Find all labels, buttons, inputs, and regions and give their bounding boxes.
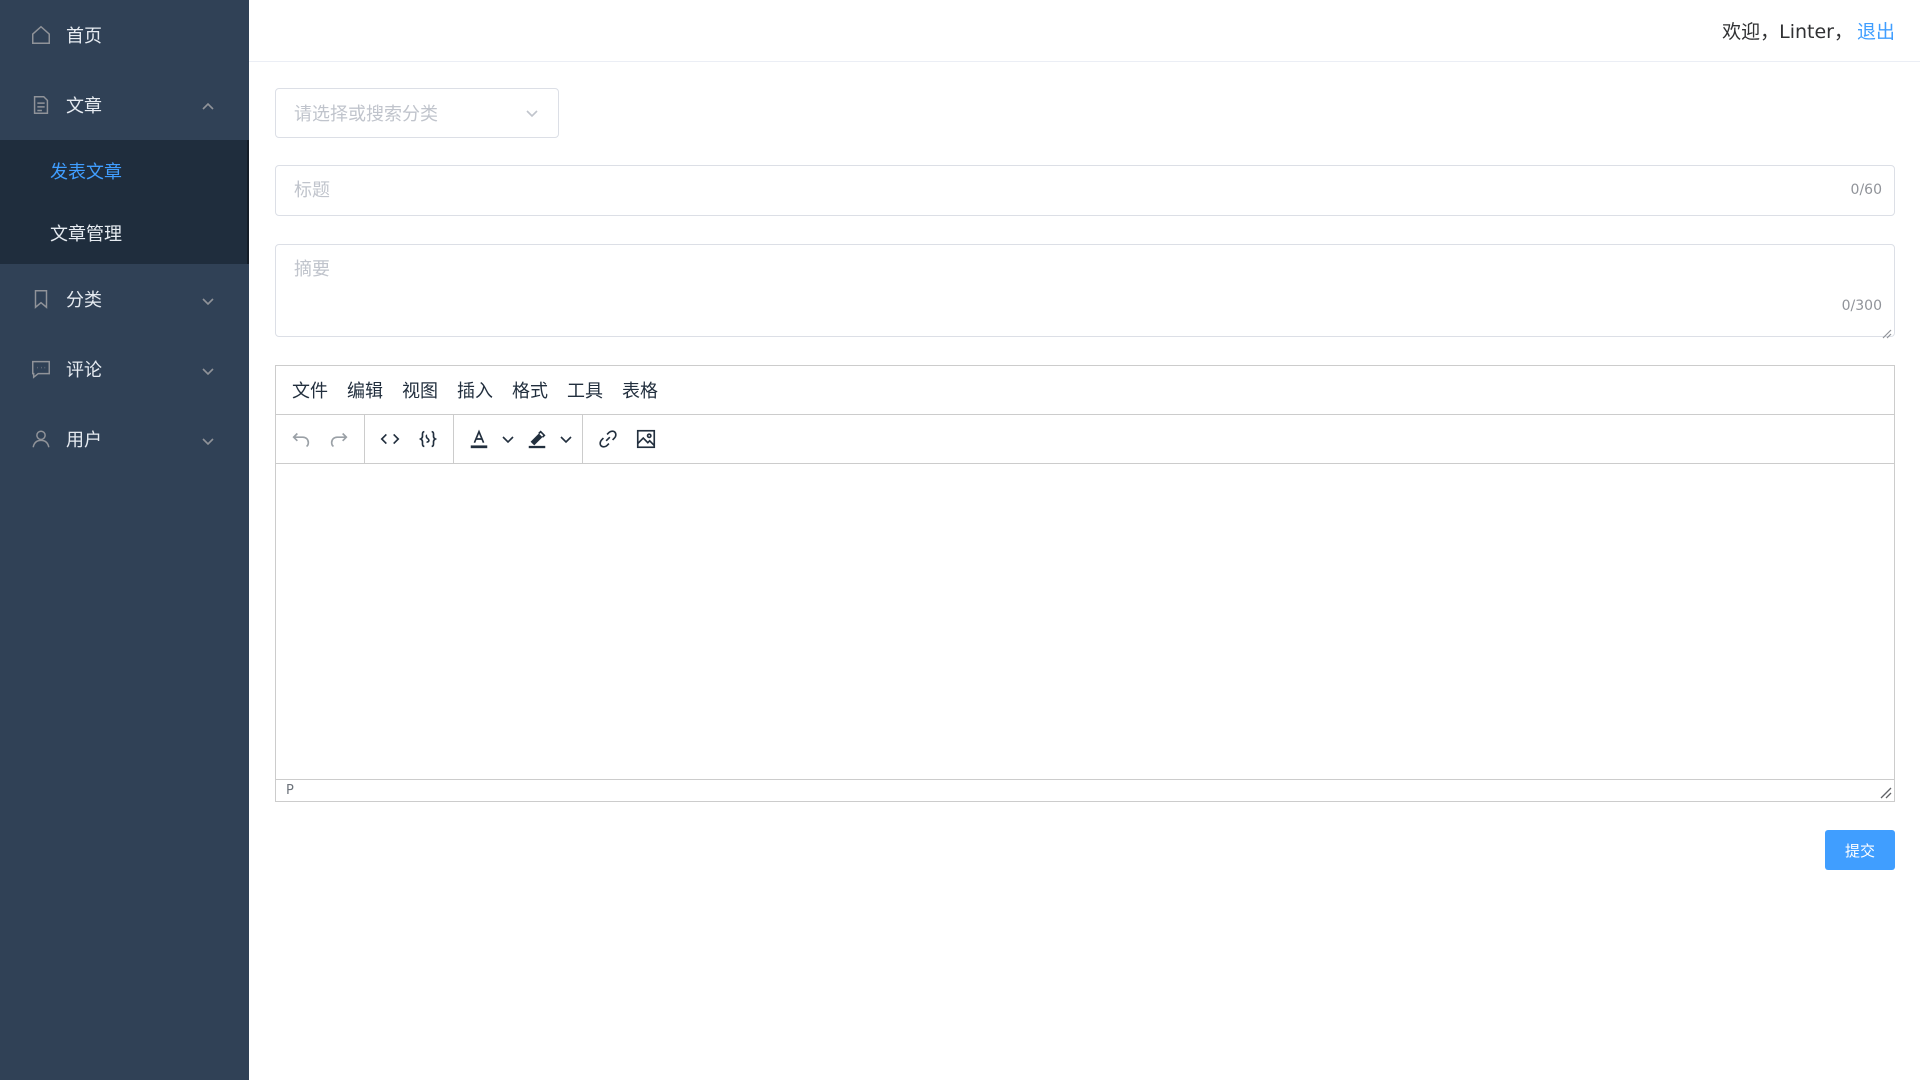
welcome-text: 欢迎，Linter，: [1722, 21, 1853, 43]
menu-edit[interactable]: 编辑: [339, 377, 391, 403]
code-sample-button[interactable]: [409, 421, 447, 457]
chevron-down-icon: [560, 436, 572, 444]
sidebar-item-label: 用户: [66, 430, 102, 451]
submit-button[interactable]: 提交: [1825, 830, 1895, 870]
resize-grip-icon[interactable]: [1882, 324, 1892, 339]
bookmark-icon: [30, 288, 52, 310]
title-field-wrapper: 0/60: [275, 165, 1895, 216]
category-select-placeholder: 请选择或搜索分类: [294, 104, 438, 125]
category-select[interactable]: 请选择或搜索分类: [275, 88, 559, 138]
menu-file[interactable]: 文件: [284, 377, 336, 403]
redo-icon: [330, 432, 348, 448]
rich-text-editor: 文件 编辑 视图 插入 格式 工具 表格 P: [275, 365, 1895, 802]
home-icon: [30, 24, 52, 46]
title-input[interactable]: [276, 166, 1894, 215]
code-sample-icon: [418, 430, 438, 448]
insert-group: [583, 415, 671, 463]
sidebar-item-categories[interactable]: 分类: [0, 264, 249, 334]
summary-textarea[interactable]: [276, 245, 1894, 336]
chevron-down-icon: [201, 432, 215, 446]
editor-content-area[interactable]: [276, 464, 1894, 780]
highlight-color-split: [518, 421, 576, 457]
sidebar-item-label: 文章: [66, 96, 102, 117]
top-header: 欢迎，Linter， 退出: [249, 0, 1920, 62]
source-code-button[interactable]: [371, 421, 409, 457]
text-color-split: [460, 421, 518, 457]
menu-tools[interactable]: 工具: [559, 377, 611, 403]
editor-menubar: 文件 编辑 视图 插入 格式 工具 表格: [276, 366, 1894, 415]
sidebar-item-label: 首页: [66, 26, 102, 47]
code-group: [365, 415, 454, 463]
element-path[interactable]: P: [286, 783, 294, 798]
chevron-up-icon: [201, 98, 215, 112]
submit-row: 提交: [275, 830, 1895, 870]
sidebar-item-home[interactable]: 首页: [0, 0, 249, 70]
articles-submenu: 发表文章 文章管理: [0, 140, 249, 264]
document-icon: [30, 94, 52, 116]
chevron-down-icon: [201, 292, 215, 306]
link-icon: [599, 430, 617, 448]
logout-link[interactable]: 退出: [1857, 17, 1895, 44]
redo-button[interactable]: [320, 421, 358, 457]
resize-grip-icon[interactable]: [1880, 787, 1892, 799]
menu-view[interactable]: 视图: [394, 377, 446, 403]
sidebar-item-publish-article[interactable]: 发表文章: [0, 140, 247, 202]
image-icon: [636, 429, 656, 449]
user-icon: [30, 428, 52, 450]
color-group: [454, 415, 583, 463]
sidebar-item-users[interactable]: 用户: [0, 404, 249, 474]
menu-insert[interactable]: 插入: [449, 377, 501, 403]
text-color-icon: [470, 429, 488, 449]
chevron-down-icon: [502, 436, 514, 444]
text-color-button[interactable]: [460, 421, 498, 457]
image-button[interactable]: [627, 421, 665, 457]
menu-table[interactable]: 表格: [614, 377, 666, 403]
summary-field-wrapper: 0/300: [275, 244, 1895, 339]
sidebar-item-article-management[interactable]: 文章管理: [0, 202, 247, 264]
undo-icon: [292, 432, 310, 448]
text-color-dropdown[interactable]: [498, 421, 518, 457]
source-code-icon: [380, 433, 400, 445]
comment-icon: [30, 358, 52, 380]
chevron-down-icon: [201, 362, 215, 376]
article-form: 请选择或搜索分类 0/60 0/300 文件 编辑 视图 插入 格式 工具 表格: [275, 88, 1895, 870]
sidebar-item-label: 分类: [66, 290, 102, 311]
highlight-color-dropdown[interactable]: [556, 421, 576, 457]
editor-toolbar: [276, 415, 1894, 464]
undo-button[interactable]: [282, 421, 320, 457]
link-button[interactable]: [589, 421, 627, 457]
sidebar: 首页 文章 发表文章 文章管理 分类 评论 用户: [0, 0, 249, 1080]
chevron-down-icon: [524, 105, 540, 121]
editor-statusbar: P: [276, 779, 1894, 801]
summary-char-counter: 0/300: [1841, 298, 1882, 314]
history-group: [276, 415, 365, 463]
sidebar-item-label: 评论: [66, 360, 102, 381]
highlight-color-icon: [528, 430, 546, 449]
sidebar-item-comments[interactable]: 评论: [0, 334, 249, 404]
highlight-color-button[interactable]: [518, 421, 556, 457]
title-char-counter: 0/60: [1850, 181, 1882, 198]
menu-format[interactable]: 格式: [504, 377, 556, 403]
sidebar-item-articles[interactable]: 文章: [0, 70, 249, 140]
